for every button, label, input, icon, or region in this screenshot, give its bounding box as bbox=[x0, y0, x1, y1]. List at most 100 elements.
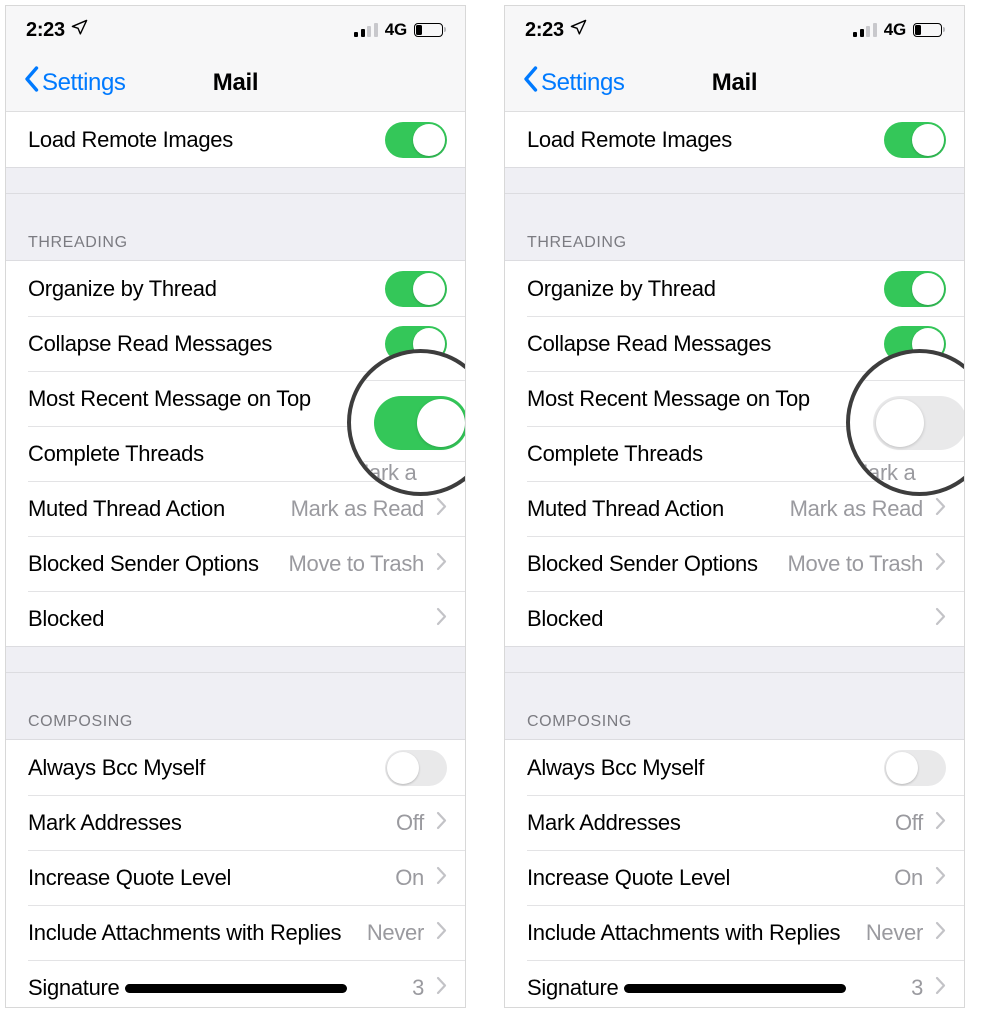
toggle-always-bcc-myself[interactable] bbox=[884, 749, 946, 786]
row-right: Mark as Read bbox=[291, 496, 447, 522]
section-header-label: THREADING bbox=[28, 234, 128, 251]
section-header-label: THREADING bbox=[527, 234, 627, 251]
chevron-right-icon bbox=[436, 921, 447, 945]
toggle-load-remote-images[interactable] bbox=[385, 121, 447, 158]
row-value: On bbox=[395, 864, 424, 890]
comparison-stage: 2:23 4G Settings Mail Load Remote Images… bbox=[0, 0, 1000, 1011]
chevron-right-icon bbox=[935, 811, 946, 835]
row-mark-addresses[interactable]: Mark Addresses Off bbox=[505, 795, 964, 850]
row-mark-addresses[interactable]: Mark Addresses Off bbox=[6, 795, 465, 850]
row-label: Increase Quote Level bbox=[527, 864, 731, 890]
row-label: Muted Thread Action bbox=[527, 495, 724, 521]
status-bar-left: 2:23 bbox=[525, 19, 587, 42]
status-bar-clock: 2:23 bbox=[26, 18, 65, 41]
row-load-remote-images[interactable]: Load Remote Images bbox=[505, 112, 964, 167]
row-label: Complete Threads bbox=[527, 440, 703, 466]
chevron-left-icon bbox=[24, 66, 39, 99]
chevron-right-icon bbox=[935, 866, 946, 890]
row-label: Blocked bbox=[527, 605, 604, 631]
row-blocked-sender-options[interactable]: Blocked Sender Options Move to Trash bbox=[505, 536, 964, 591]
section-spacer bbox=[6, 646, 465, 672]
row-label: Signature bbox=[28, 974, 120, 1000]
row-include-attachments-with-replies[interactable]: Include Attachments with Replies Never bbox=[6, 905, 465, 960]
row-label: Most Recent Message on Top bbox=[28, 385, 311, 411]
chevron-right-icon bbox=[436, 976, 447, 1000]
row-value: 3 bbox=[911, 974, 923, 1000]
back-button-settings[interactable]: Settings bbox=[523, 66, 625, 99]
row-label: Most Recent Message on Top bbox=[527, 385, 810, 411]
section-header-label: COMPOSING bbox=[527, 713, 632, 730]
magnified-toggle-complete-threads[interactable] bbox=[373, 395, 465, 450]
row-organize-by-thread[interactable]: Organize by Thread bbox=[505, 261, 964, 316]
row-right: On bbox=[894, 865, 946, 891]
location-arrow-icon bbox=[570, 19, 587, 41]
status-bar: 2:23 4G bbox=[6, 6, 465, 54]
magnifier-callout-before: Mark a bbox=[347, 349, 465, 496]
toggle-organize-by-thread[interactable] bbox=[385, 270, 447, 307]
row-label: Always Bcc Myself bbox=[527, 754, 705, 780]
toggle-organize-by-thread[interactable] bbox=[884, 270, 946, 307]
row-label: Organize by Thread bbox=[28, 275, 217, 301]
chevron-right-icon bbox=[436, 552, 447, 576]
row-value: Mark as Read bbox=[789, 495, 924, 521]
row-label: Include Attachments with Replies bbox=[28, 919, 342, 945]
row-right: 3 bbox=[911, 975, 946, 1001]
settings-list: Load Remote Images THREADING Organize by… bbox=[505, 112, 964, 1007]
row-load-remote-images[interactable]: Load Remote Images bbox=[6, 112, 465, 167]
toggle-load-remote-images[interactable] bbox=[884, 121, 946, 158]
row-blocked[interactable]: Blocked bbox=[6, 591, 465, 646]
row-label: Collapse Read Messages bbox=[28, 330, 273, 356]
chevron-right-icon bbox=[935, 497, 946, 521]
row-value: 3 bbox=[412, 974, 424, 1000]
home-indicator bbox=[623, 984, 846, 993]
row-label: Blocked Sender Options bbox=[28, 550, 259, 576]
row-always-bcc-myself[interactable]: Always Bcc Myself bbox=[505, 740, 964, 795]
chevron-right-icon bbox=[935, 552, 946, 576]
row-right: Move to Trash bbox=[788, 551, 947, 577]
chevron-right-icon bbox=[436, 607, 447, 631]
row-label: Collapse Read Messages bbox=[527, 330, 772, 356]
section-header-composing: COMPOSING bbox=[6, 672, 465, 740]
row-label: Muted Thread Action bbox=[28, 495, 225, 521]
toggle-always-bcc-myself[interactable] bbox=[385, 749, 447, 786]
row-label: Always Bcc Myself bbox=[28, 754, 206, 780]
row-increase-quote-level[interactable]: Increase Quote Level On bbox=[6, 850, 465, 905]
settings-list: Load Remote Images THREADING Organize by… bbox=[6, 112, 465, 1007]
row-blocked-sender-options[interactable]: Blocked Sender Options Move to Trash bbox=[6, 536, 465, 591]
battery-low-icon bbox=[913, 23, 946, 37]
row-value: Never bbox=[366, 919, 424, 945]
section-header-threading: THREADING bbox=[6, 193, 465, 261]
section-header-composing: COMPOSING bbox=[505, 672, 964, 740]
row-label: Signature bbox=[527, 974, 619, 1000]
home-indicator bbox=[124, 984, 347, 993]
magnified-toggle-complete-threads[interactable] bbox=[872, 395, 964, 450]
row-include-attachments-with-replies[interactable]: Include Attachments with Replies Never bbox=[505, 905, 964, 960]
cellular-signal-icon bbox=[853, 23, 877, 37]
chevron-right-icon bbox=[935, 976, 946, 1000]
row-always-bcc-myself[interactable]: Always Bcc Myself bbox=[6, 740, 465, 795]
status-bar-right: 4G bbox=[853, 20, 946, 40]
row-increase-quote-level[interactable]: Increase Quote Level On bbox=[505, 850, 964, 905]
row-value: Mark as Read bbox=[290, 495, 425, 521]
row-blocked[interactable]: Blocked bbox=[505, 591, 964, 646]
back-button-label: Settings bbox=[541, 68, 625, 96]
navigation-bar: Settings Mail bbox=[6, 54, 465, 112]
row-value: Move to Trash bbox=[288, 550, 425, 576]
row-right: Off bbox=[396, 810, 447, 836]
chevron-right-icon bbox=[436, 866, 447, 890]
row-label: Increase Quote Level bbox=[28, 864, 232, 890]
network-type-label: 4G bbox=[883, 20, 906, 39]
battery-low-icon bbox=[414, 23, 447, 37]
row-right: Move to Trash bbox=[289, 551, 448, 577]
status-bar-right: 4G bbox=[354, 20, 447, 40]
row-right: Off bbox=[895, 810, 946, 836]
row-right: Never bbox=[367, 920, 447, 946]
chevron-right-icon bbox=[935, 921, 946, 945]
row-label: Mark Addresses bbox=[527, 809, 681, 835]
section-header-label: COMPOSING bbox=[28, 713, 133, 730]
row-organize-by-thread[interactable]: Organize by Thread bbox=[6, 261, 465, 316]
row-value: Never bbox=[865, 919, 923, 945]
row-value: On bbox=[894, 864, 923, 890]
row-right: Mark as Read bbox=[790, 496, 946, 522]
back-button-settings[interactable]: Settings bbox=[24, 66, 126, 99]
